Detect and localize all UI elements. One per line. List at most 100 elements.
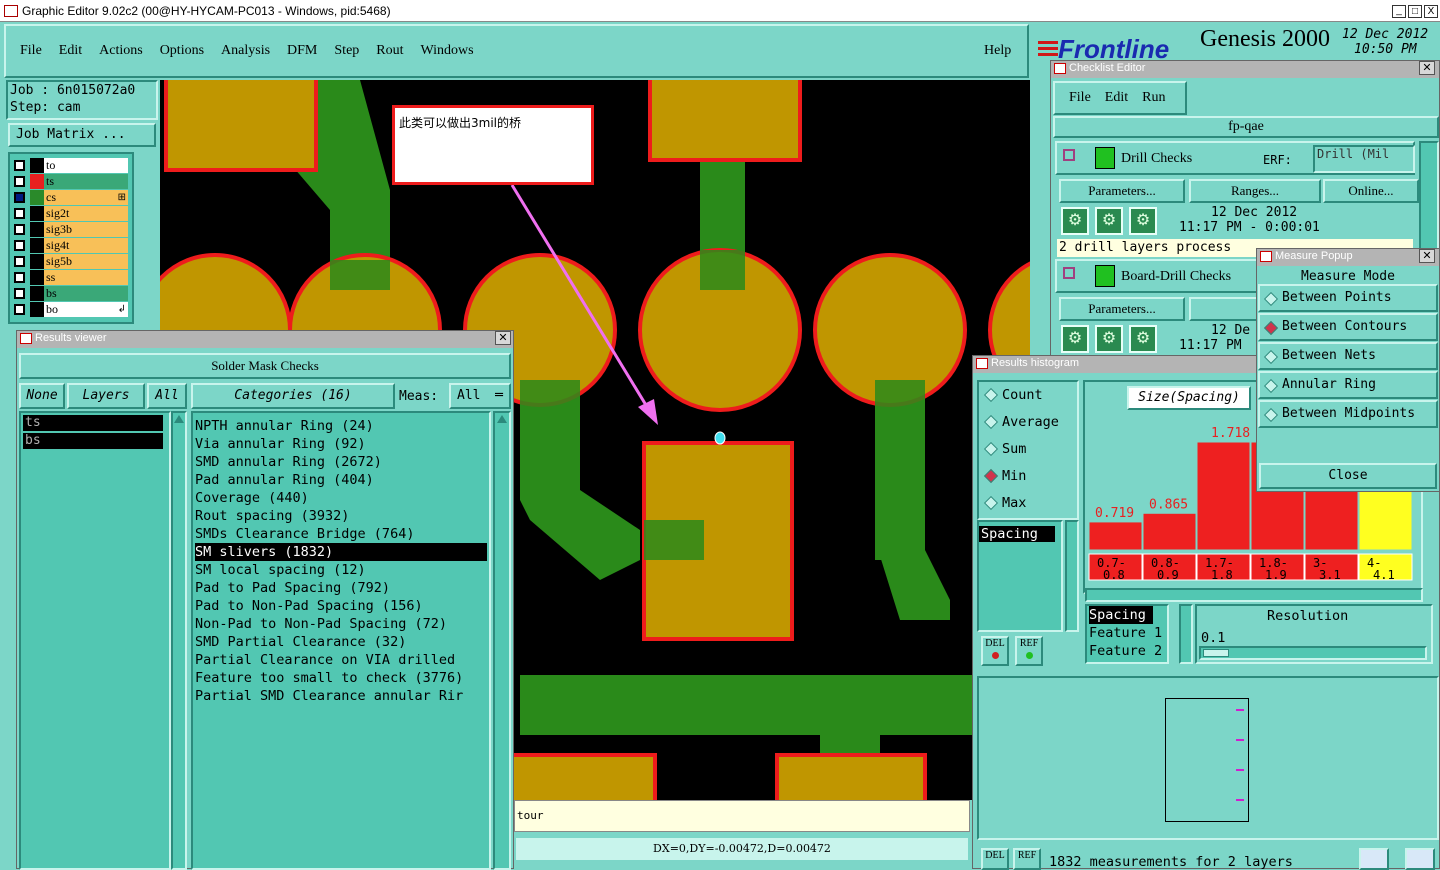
histogram-list[interactable]: Spacing <box>977 520 1063 632</box>
erf-value[interactable]: Drill (Mil <box>1313 145 1415 173</box>
layer-color-swatch[interactable] <box>30 254 44 269</box>
layer-checkbox[interactable] <box>14 208 25 219</box>
category-item[interactable]: Pad annular Ring (404) <box>195 471 489 489</box>
layer-row-ts[interactable]: ts <box>10 174 128 189</box>
category-item[interactable]: SMD annular Ring (2672) <box>195 453 489 471</box>
measure-mode-option[interactable]: Between Contours <box>1258 313 1438 341</box>
slider-thumb[interactable] <box>1203 649 1229 657</box>
category-item[interactable]: NPTH annular Ring (24) <box>195 417 489 435</box>
layers-scrollbar[interactable] <box>171 411 187 870</box>
layer-checkbox[interactable] <box>14 224 25 235</box>
result-layers-list[interactable]: ts bs <box>19 411 171 870</box>
ref-button[interactable]: REF <box>1015 636 1043 666</box>
field-list-scrollbar[interactable] <box>1179 604 1193 664</box>
drill-online-button[interactable]: Online... <box>1323 179 1419 203</box>
histogram-list-item[interactable]: Spacing <box>979 526 1055 542</box>
check-toggle-icon[interactable] <box>1063 149 1075 161</box>
menu-dfm[interactable]: DFM <box>287 43 317 58</box>
stat-option[interactable]: Max <box>980 490 1076 516</box>
export-icon[interactable] <box>1405 848 1435 870</box>
run-check-icon[interactable]: ⚙ <box>1129 325 1157 353</box>
close-icon[interactable]: ✕ <box>1419 61 1435 75</box>
category-item[interactable]: Non-Pad to Non-Pad Spacing (72) <box>195 615 489 633</box>
layer-color-swatch[interactable] <box>30 174 44 189</box>
del-button[interactable]: DEL <box>981 636 1009 666</box>
stat-option[interactable]: Average <box>980 409 1076 435</box>
minimize-button[interactable]: _ <box>1392 5 1406 18</box>
radio-diamond-icon[interactable] <box>983 414 999 430</box>
menu-edit[interactable]: Edit <box>59 43 82 58</box>
all-button[interactable]: All <box>147 383 187 409</box>
layer-row-ss[interactable]: ss <box>10 270 128 285</box>
category-item[interactable]: Pad to Pad Spacing (792) <box>195 579 489 597</box>
drill-checks-row[interactable]: Drill Checks ERF: Drill (Mil <box>1055 141 1415 175</box>
stat-option[interactable]: Count <box>980 382 1076 408</box>
checklist-menu-run[interactable]: Run <box>1142 90 1165 105</box>
result-layer-item[interactable]: ts <box>23 415 163 431</box>
radio-diamond-icon[interactable] <box>983 468 999 484</box>
field-feature-2[interactable]: Feature 2 <box>1089 642 1167 660</box>
run-check-icon[interactable]: ⚙ <box>1095 325 1123 353</box>
category-item[interactable]: SMD Partial Clearance (32) <box>195 633 489 651</box>
field-feature-1[interactable]: Feature 1 <box>1089 624 1167 642</box>
layer-row-sig5b[interactable]: sig5b <box>10 254 128 269</box>
layer-row-bs[interactable]: bs <box>10 286 128 301</box>
radio-diamond-icon[interactable] <box>1263 407 1279 423</box>
radio-diamond-icon[interactable] <box>1263 320 1279 336</box>
layer-checkbox[interactable] <box>14 192 25 203</box>
close-icon[interactable]: ✕ <box>495 331 511 345</box>
layer-row-sig3b[interactable]: sig3b <box>10 222 128 237</box>
layer-row-bo[interactable]: bo ↲ <box>10 302 128 317</box>
category-item[interactable]: Rout spacing (3932) <box>195 507 489 525</box>
category-item[interactable]: Partial SMD Clearance annular Rir <box>195 687 489 705</box>
maximize-button[interactable]: □ <box>1408 5 1422 18</box>
export-icon[interactable] <box>1359 848 1389 870</box>
scroll-up-icon[interactable] <box>174 415 184 423</box>
annotation-note[interactable]: 此类可以做出3mil的桥 <box>392 105 594 185</box>
histogram-hscroll[interactable] <box>1085 588 1423 602</box>
result-layer-item[interactable]: bs <box>23 433 163 449</box>
menu-actions[interactable]: Actions <box>99 43 143 58</box>
categories-scrollbar[interactable] <box>493 411 511 870</box>
close-icon[interactable]: ✕ <box>1419 249 1435 263</box>
radio-diamond-icon[interactable] <box>1263 291 1279 307</box>
resolution-slider[interactable] <box>1199 646 1427 660</box>
run-check-icon[interactable]: ⚙ <box>1061 325 1089 353</box>
layer-color-swatch[interactable] <box>30 302 44 317</box>
layer-color-swatch[interactable] <box>30 238 44 253</box>
layer-color-swatch[interactable] <box>30 158 44 173</box>
histogram-list-scrollbar[interactable] <box>1065 520 1079 632</box>
measure-mode-option[interactable]: Between Midpoints <box>1258 400 1438 428</box>
histogram-bar[interactable] <box>1088 521 1143 551</box>
layer-checkbox[interactable] <box>14 272 25 283</box>
scroll-up-icon[interactable] <box>497 415 507 423</box>
layer-color-swatch[interactable] <box>30 190 44 205</box>
layers-button[interactable]: Layers <box>67 383 145 409</box>
none-button[interactable]: None <box>19 383 65 409</box>
stat-option[interactable]: Sum <box>980 436 1076 462</box>
board-params-button[interactable]: Parameters... <box>1059 297 1185 321</box>
ref-button[interactable]: REF <box>1013 848 1041 870</box>
layer-checkbox[interactable] <box>14 304 25 315</box>
layer-row-sig2t[interactable]: sig2t <box>10 206 128 221</box>
measure-close-button[interactable]: Close <box>1259 463 1437 489</box>
menu-options[interactable]: Options <box>160 43 204 58</box>
menu-file[interactable]: File <box>20 43 42 58</box>
layer-checkbox[interactable] <box>14 176 25 187</box>
radio-diamond-icon[interactable] <box>983 441 999 457</box>
histogram-bar[interactable] <box>1196 441 1251 551</box>
menu-analysis[interactable]: Analysis <box>221 43 270 58</box>
radio-diamond-icon[interactable] <box>1263 378 1279 394</box>
field-spacing[interactable]: Spacing <box>1089 606 1153 624</box>
layer-row-to[interactable]: to <box>10 158 128 173</box>
checklist-menu-file[interactable]: File <box>1069 90 1091 105</box>
checklist-menu-edit[interactable]: Edit <box>1105 90 1128 105</box>
layer-color-swatch[interactable] <box>30 270 44 285</box>
menu-step[interactable]: Step <box>334 43 359 58</box>
category-item[interactable]: SMDs Clearance Bridge (764) <box>195 525 489 543</box>
drill-params-button[interactable]: Parameters... <box>1059 179 1185 203</box>
category-item[interactable]: Feature too small to check (3776) <box>195 669 489 687</box>
meas-select[interactable]: All ═ <box>449 383 511 409</box>
job-matrix-button[interactable]: Job Matrix ... <box>8 123 156 147</box>
category-item[interactable]: Partial Clearance on VIA drilled <box>195 651 489 669</box>
